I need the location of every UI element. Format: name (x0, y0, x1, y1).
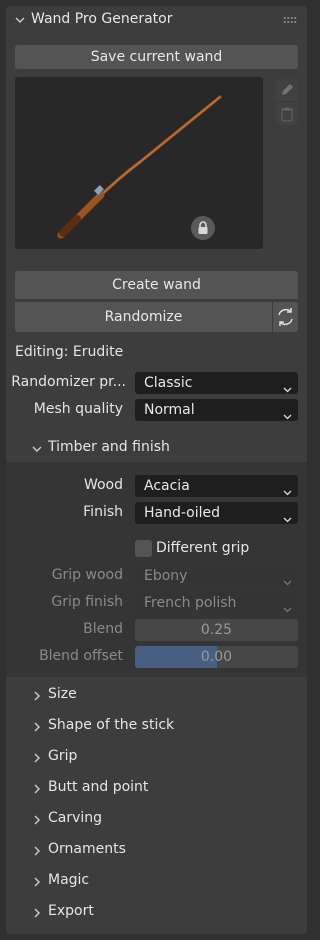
blend-offset-slider[interactable]: 0.00 (135, 646, 298, 668)
finish-label: Finish (83, 504, 123, 520)
timber-section-title: Timber and finish (48, 439, 170, 455)
grip-finish-label: Grip finish (51, 594, 123, 610)
chevron-down-icon (283, 599, 292, 613)
mesh-quality-label: Mesh quality (33, 401, 123, 417)
section-title: Magic (48, 872, 90, 888)
mesh-quality-dropdown[interactable]: Normal (135, 399, 298, 421)
section-title: Export (48, 903, 94, 919)
wood-dropdown[interactable]: Acacia (135, 475, 298, 497)
grip-finish-value: French polish (144, 595, 237, 611)
panel-title: Wand Pro Generator (31, 11, 173, 27)
different-grip-label: Different grip (156, 540, 250, 556)
wood-value: Acacia (144, 478, 190, 494)
chevron-down-icon (283, 482, 292, 496)
chevron-down-icon (283, 379, 292, 393)
section-title: Ornaments (48, 841, 126, 857)
pencil-icon[interactable] (276, 79, 298, 101)
trash-icon[interactable] (276, 103, 298, 125)
panel-header[interactable]: Wand Pro Generator (6, 6, 307, 34)
chevron-down-icon (283, 509, 292, 523)
wood-label: Wood (83, 477, 123, 493)
chevron-down-icon (32, 444, 42, 454)
different-grip-checkbox[interactable] (135, 540, 152, 557)
chevron-right-icon (32, 846, 42, 856)
blend-label: Blend (83, 621, 123, 637)
chevron-right-icon (32, 722, 42, 732)
refresh-icon[interactable] (273, 302, 298, 332)
chevron-right-icon (32, 691, 42, 701)
finish-value: Hand-oiled (144, 505, 221, 521)
save-current-wand-button[interactable]: Save current wand (15, 45, 298, 69)
section-title: Carving (48, 810, 103, 826)
blend-value: 0.25 (200, 622, 233, 638)
drag-handle-icon[interactable] (283, 16, 297, 24)
lock-icon[interactable] (191, 216, 215, 240)
randomizer-preset-label: Randomizer pr... (11, 374, 126, 390)
editing-label: Editing: Erudite (15, 344, 124, 360)
chevron-down-icon (283, 406, 292, 420)
chevron-right-icon (32, 753, 42, 763)
grip-wood-value: Ebony (144, 568, 188, 584)
wand-preview-image (15, 77, 263, 249)
randomizer-preset-value: Classic (144, 375, 193, 391)
section-title: Size (48, 686, 77, 702)
mesh-quality-value: Normal (144, 402, 195, 418)
chevron-down-icon (283, 572, 292, 586)
chevron-right-icon (32, 784, 42, 794)
grip-wood-label: Grip wood (51, 567, 123, 583)
blend-offset-label: Blend offset (39, 648, 123, 664)
grip-finish-dropdown[interactable]: French polish (135, 592, 298, 614)
blend-offset-value: 0.00 (200, 649, 233, 665)
chevron-down-icon (15, 15, 25, 25)
chevron-right-icon (32, 877, 42, 887)
chevron-right-icon (32, 908, 42, 918)
grip-wood-dropdown[interactable]: Ebony (135, 565, 298, 587)
finish-dropdown[interactable]: Hand-oiled (135, 502, 298, 524)
blend-slider[interactable]: 0.25 (135, 619, 298, 641)
section-title: Shape of the stick (48, 717, 175, 733)
section-title: Butt and point (48, 779, 149, 795)
section-title: Grip (48, 748, 78, 764)
randomizer-preset-dropdown[interactable]: Classic (135, 372, 298, 394)
randomize-button[interactable]: Randomize (15, 302, 272, 332)
chevron-right-icon (32, 815, 42, 825)
create-wand-button[interactable]: Create wand (15, 271, 298, 299)
